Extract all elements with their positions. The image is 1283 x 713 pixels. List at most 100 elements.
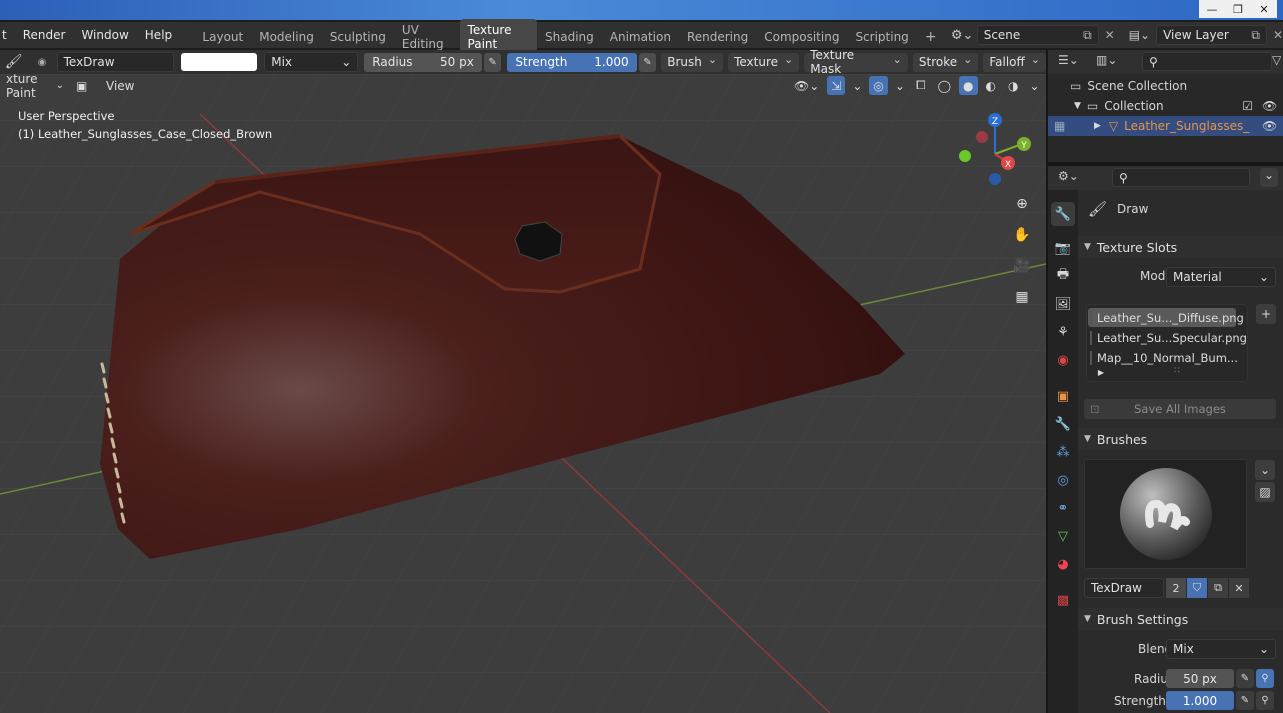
modifier-tab-icon[interactable]: 🔧: [1051, 412, 1075, 436]
brush-preview[interactable]: [1084, 459, 1247, 569]
strength-slider[interactable]: Strength 1.000: [507, 52, 637, 72]
menu-file-partial[interactable]: t: [0, 28, 15, 42]
wireframe-shading-icon[interactable]: ◯: [933, 76, 956, 95]
eye-icon[interactable]: 👁: [1262, 99, 1277, 113]
collection-row[interactable]: ▼ ▭ Collection ☑ 👁: [1048, 96, 1283, 116]
menu-render[interactable]: Render: [15, 28, 74, 42]
scene-field[interactable]: Scene ⧉: [976, 25, 1099, 45]
zoom-icon[interactable]: ⊕: [1009, 191, 1035, 217]
chevron-down-icon[interactable]: ⌄: [849, 76, 866, 95]
xray-icon[interactable]: ⧠: [911, 76, 930, 95]
eye-icon[interactable]: 👁: [1262, 119, 1277, 133]
pressure-icon[interactable]: ✎: [1236, 691, 1254, 710]
chevron-down-icon[interactable]: ⌄: [1026, 76, 1043, 95]
minimize-icon[interactable]: —: [1199, 0, 1225, 18]
tab-animation[interactable]: Animation: [602, 26, 679, 48]
object-tab-icon[interactable]: ▣: [1051, 384, 1075, 408]
brush-users-count[interactable]: 2: [1166, 578, 1186, 598]
pressure-icon[interactable]: ✎: [1236, 669, 1254, 688]
checkbox-icon[interactable]: ☑: [1242, 99, 1253, 113]
world-tab-icon[interactable]: ◉: [1051, 348, 1075, 372]
menu-window[interactable]: Window: [73, 28, 136, 42]
duplicate-icon[interactable]: ⧉: [1208, 578, 1228, 598]
mode-dropdown[interactable]: Material ⌄: [1166, 267, 1276, 287]
restore-icon[interactable]: ❐: [1225, 0, 1251, 18]
texture-slots-panel-header[interactable]: ▼ Texture Slots: [1078, 236, 1283, 258]
pan-hand-icon[interactable]: ✋: [1009, 222, 1035, 248]
texture-mask-menu[interactable]: Texture Mask: [804, 48, 908, 76]
area-divider[interactable]: [1046, 50, 1048, 713]
texture-slot-item[interactable]: Leather_Su...Specular.png: [1088, 328, 1247, 347]
scene-tab-icon[interactable]: ⚘: [1051, 320, 1075, 344]
strength-slider[interactable]: 1.000: [1166, 691, 1234, 710]
render-tab-icon[interactable]: 📷: [1051, 236, 1075, 260]
delete-view-layer-icon[interactable]: ✕: [1273, 28, 1283, 42]
mask-toggle-icon[interactable]: ▣: [76, 76, 94, 95]
save-all-images-button[interactable]: ⊡ Save All Images: [1084, 399, 1276, 419]
options-chevron-icon[interactable]: ⌄: [1260, 168, 1278, 187]
scene-collection-row[interactable]: ▭ Scene Collection: [1048, 76, 1283, 96]
scene-type-icon[interactable]: ⚙⌄: [951, 28, 975, 43]
view-layer-tab-icon[interactable]: 🖼: [1051, 292, 1075, 316]
menu-help[interactable]: Help: [137, 28, 180, 42]
add-workspace-button[interactable]: +: [917, 25, 945, 49]
display-mode-icon[interactable]: ▥⌄: [1096, 53, 1117, 67]
brush-type-icon[interactable]: ◉: [27, 57, 56, 68]
material-tab-icon[interactable]: ◕: [1051, 552, 1075, 576]
delete-scene-icon[interactable]: ✕: [1105, 28, 1115, 42]
chevron-down-icon[interactable]: ⌄: [1255, 460, 1275, 480]
view-menu[interactable]: View: [100, 76, 141, 95]
add-slot-button[interactable]: +: [1256, 304, 1276, 324]
unified-radius-icon[interactable]: ⚲: [1256, 669, 1274, 688]
brush-name-field[interactable]: TexDraw: [1084, 578, 1164, 598]
editor-type-icon[interactable]: ⚙⌄: [1058, 169, 1079, 183]
filter-icon[interactable]: ▽: [1272, 53, 1281, 67]
chevron-right-icon[interactable]: ▶: [1096, 367, 1106, 377]
mode-dropdown[interactable]: xture Paint ⌄: [0, 74, 70, 100]
physics-tab-icon[interactable]: ◎: [1051, 468, 1075, 492]
color-swatch[interactable]: [181, 53, 258, 71]
brushes-panel-header[interactable]: ▼ Brushes: [1078, 428, 1283, 450]
tool-tab-icon[interactable]: 🔧: [1051, 202, 1075, 226]
resize-handle-icon[interactable]: ∷: [1170, 366, 1184, 376]
camera-icon[interactable]: 🎥: [1009, 253, 1035, 279]
copy-icon[interactable]: ⧉: [1083, 28, 1092, 43]
tab-modeling[interactable]: Modeling: [251, 26, 322, 48]
image-icon[interactable]: ▨: [1255, 482, 1275, 502]
unified-strength-icon[interactable]: ⚲: [1256, 691, 1274, 710]
outliner-search-input[interactable]: ⚲: [1142, 52, 1272, 71]
texture-slot-item[interactable]: Map__10_Normal_Bum...: [1088, 348, 1238, 367]
rendered-shading-icon[interactable]: ◑: [1003, 76, 1023, 95]
material-shading-icon[interactable]: ◐: [981, 76, 1000, 95]
pressure-icon[interactable]: ✎: [638, 52, 657, 72]
brush-menu[interactable]: Brush: [661, 52, 724, 72]
tab-rendering[interactable]: Rendering: [679, 26, 756, 48]
close-icon[interactable]: ✕: [1251, 0, 1277, 18]
stroke-menu[interactable]: Stroke: [912, 52, 979, 72]
brush-name-field[interactable]: TexDraw: [56, 52, 175, 72]
radius-slider[interactable]: Radius 50 px: [364, 52, 482, 72]
view-layer-icon[interactable]: ▤⌄: [1129, 28, 1150, 42]
chevron-down-icon[interactable]: ▼: [1074, 101, 1081, 111]
radius-slider[interactable]: 50 px: [1166, 669, 1234, 688]
editor-type-icon[interactable]: ☰⌄: [1058, 53, 1079, 67]
texture-tab-icon[interactable]: ▩: [1051, 588, 1075, 612]
close-icon[interactable]: ✕: [1229, 578, 1249, 598]
particles-tab-icon[interactable]: ⁂: [1051, 440, 1075, 464]
tab-layout[interactable]: Layout: [194, 26, 251, 48]
output-tab-icon[interactable]: 🖶: [1051, 264, 1075, 288]
object-row[interactable]: ▦ ▶ ▽ Leather_Sunglasses_ 👁: [1048, 116, 1283, 136]
visibility-icon[interactable]: 👁⌄: [790, 76, 824, 95]
brush-settings-panel-header[interactable]: ▼ Brush Settings: [1078, 608, 1283, 630]
blend-dropdown[interactable]: Mix ⌄: [264, 52, 359, 72]
chevron-right-icon[interactable]: ▶: [1094, 121, 1101, 131]
tab-shading[interactable]: Shading: [537, 26, 602, 48]
view-layer-field[interactable]: View Layer ⧉: [1156, 25, 1267, 45]
tab-scripting[interactable]: Scripting: [847, 26, 916, 48]
fake-user-shield-icon[interactable]: ⛉: [1187, 578, 1207, 598]
constraints-tab-icon[interactable]: ⚭: [1051, 496, 1075, 520]
tab-sculpting[interactable]: Sculpting: [322, 26, 394, 48]
data-tab-icon[interactable]: ▽: [1051, 524, 1075, 548]
chevron-down-icon[interactable]: ⌄: [891, 76, 908, 95]
3d-viewport[interactable]: Z Y X xture Paint ⌄ ▣ View 👁⌄ ⇲ ⌄ ◎ ⌄ ⧠ ◯…: [0, 74, 1046, 713]
